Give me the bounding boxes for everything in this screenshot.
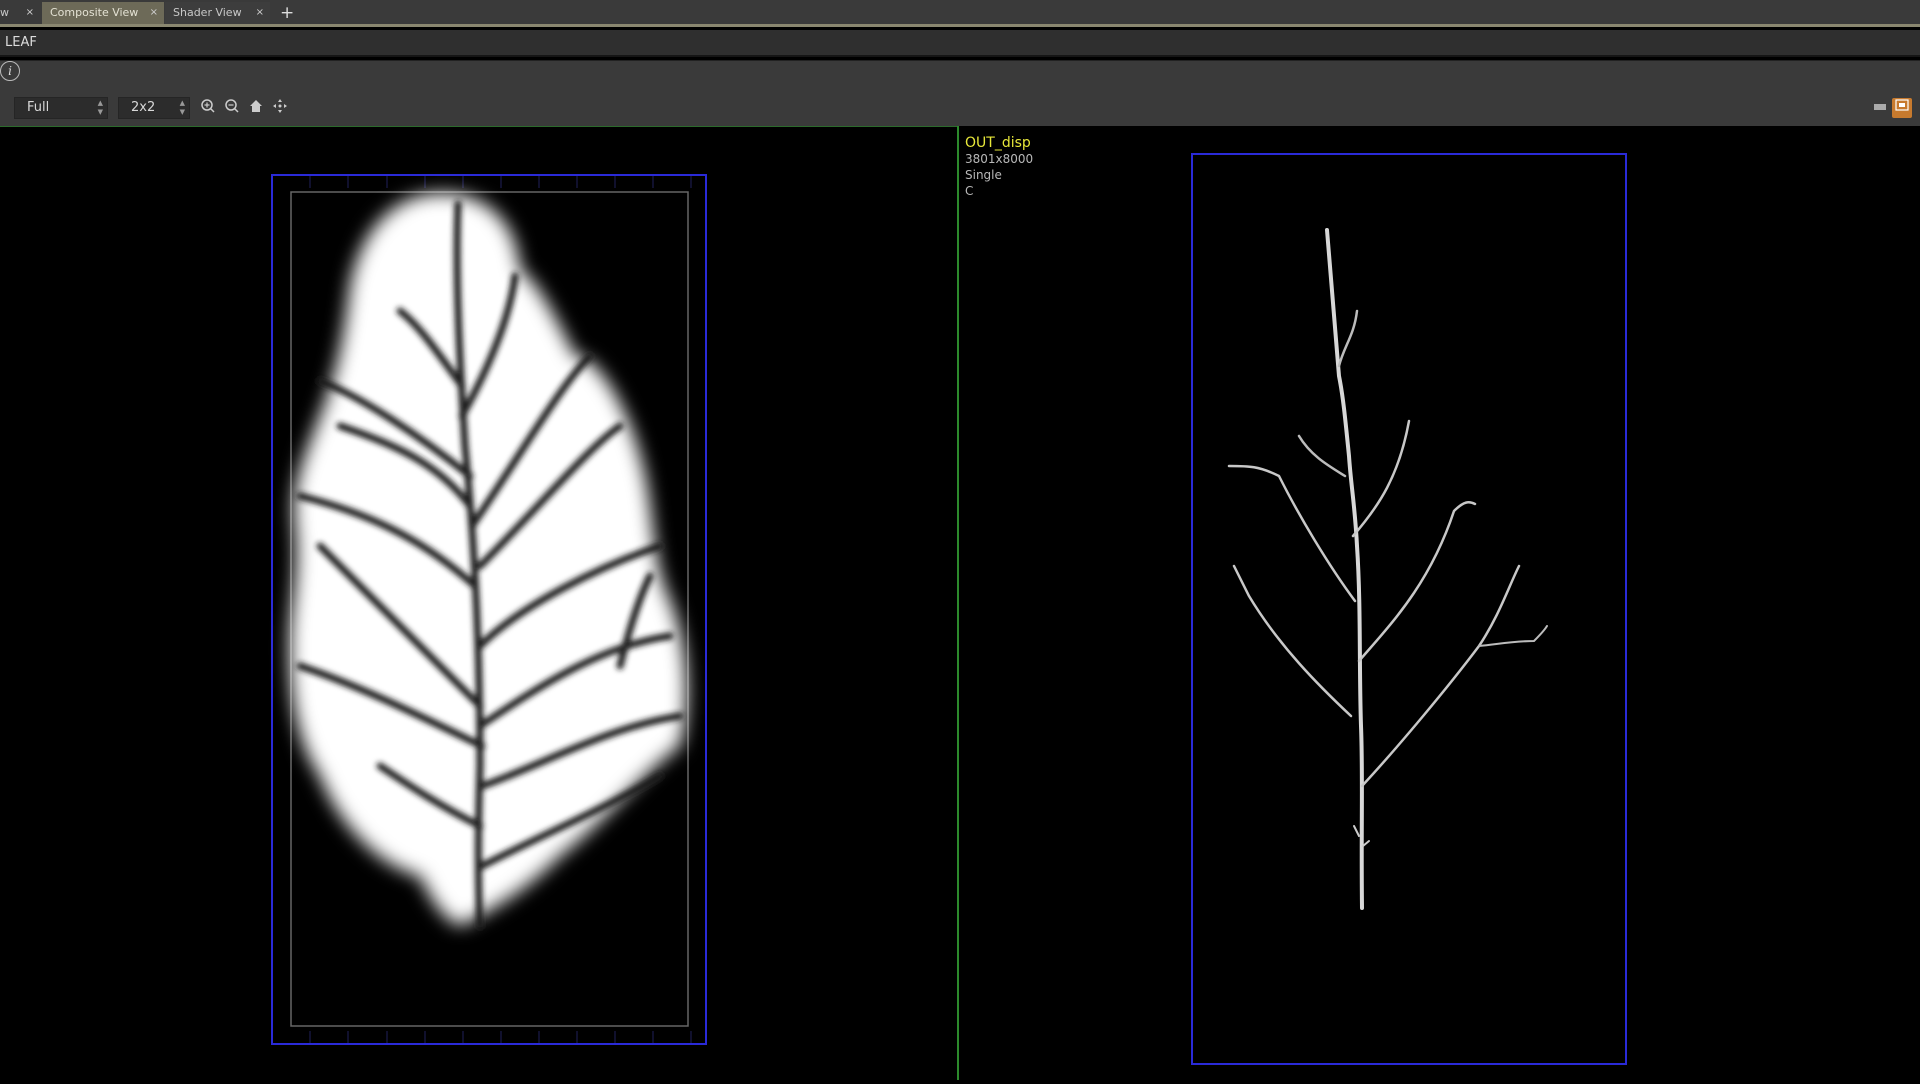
grid-layout-value: 2x2 [131, 100, 156, 115]
grid-layout-select[interactable]: 2x2 ▲ ▼ [118, 97, 190, 119]
viewport-top-border [0, 126, 958, 127]
viewport-right[interactable]: OUT_disp 3801x8000 Single C [959, 126, 1920, 1080]
split-view-icon[interactable] [1892, 98, 1912, 118]
displacement-image-canvas [1191, 153, 1627, 1065]
stepper-arrows-icon: ▲ ▼ [97, 99, 103, 116]
home-icon[interactable] [246, 98, 266, 118]
single-view-icon[interactable] [1870, 99, 1890, 119]
branch-veins [1227, 228, 1548, 910]
tab-partial-label: w [0, 6, 9, 19]
path-bar: LEAF [0, 30, 1920, 57]
leaf-image-canvas [271, 174, 707, 1045]
viewer-toolbar: Full ▲ ▼ 2x2 ▲ ▼ i [0, 60, 1920, 126]
viewport-left[interactable] [0, 126, 958, 1080]
add-tab-icon[interactable]: + [280, 2, 294, 24]
tab-partial[interactable]: w × [0, 2, 40, 24]
zoom-out-icon[interactable] [222, 98, 242, 118]
resolution-select[interactable]: Full ▲ ▼ [14, 97, 108, 119]
tab-label: Composite View [50, 6, 139, 19]
tab-label: Shader View [173, 6, 242, 19]
close-icon[interactable]: × [150, 2, 158, 24]
tab-shader-view[interactable]: Shader View × [165, 2, 270, 24]
close-icon[interactable]: × [256, 2, 264, 24]
tab-bar: w × Composite View × Shader View × + [0, 0, 1920, 27]
close-icon[interactable]: × [26, 2, 34, 24]
network-path-label[interactable]: LEAF [5, 35, 37, 50]
stepper-arrows-icon: ▲ ▼ [179, 99, 185, 116]
zoom-in-icon[interactable] [198, 98, 218, 118]
tab-composite-view[interactable]: Composite View × [42, 2, 164, 24]
fit-icon[interactable] [270, 98, 290, 118]
info-icon[interactable]: i [0, 61, 20, 81]
resolution-value: Full [27, 100, 50, 115]
